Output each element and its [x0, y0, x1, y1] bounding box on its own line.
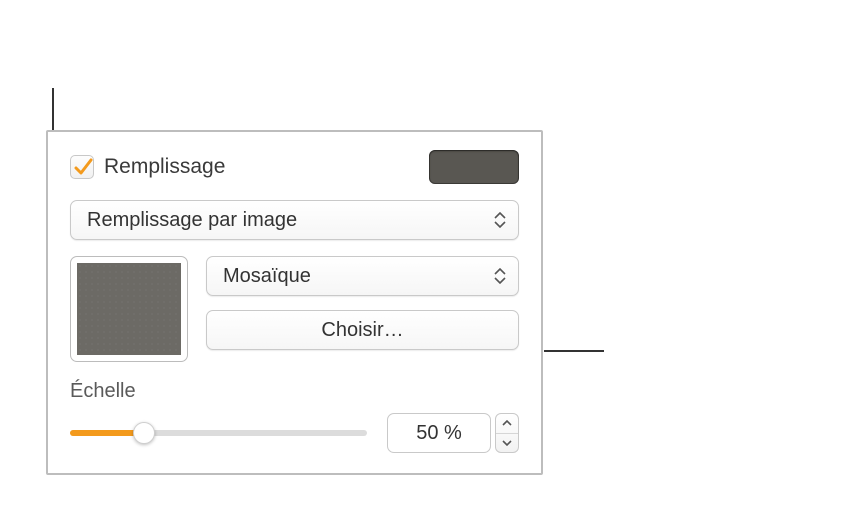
stepper-up[interactable] — [496, 414, 518, 434]
choose-button-label: Choisir… — [321, 319, 403, 342]
image-fill-row: Mosaïque Choisir… — [70, 256, 519, 362]
fill-color-swatch[interactable] — [429, 150, 519, 184]
callout-line-right — [544, 350, 604, 352]
fill-type-value: Remplissage par image — [87, 209, 297, 232]
scale-input[interactable]: 50 % — [387, 413, 491, 453]
scale-stepper: 50 % — [387, 413, 519, 453]
scale-stepper-buttons — [495, 413, 519, 453]
image-well[interactable] — [70, 256, 188, 362]
scale-slider[interactable] — [70, 421, 367, 445]
fill-type-select[interactable]: Remplissage par image — [70, 200, 519, 240]
tiling-select[interactable]: Mosaïque — [206, 256, 519, 296]
fill-checkbox-group: Remplissage — [70, 155, 225, 179]
slider-thumb[interactable] — [133, 422, 155, 444]
fill-panel: Remplissage Remplissage par image Mosaïq… — [46, 130, 543, 475]
stepper-down[interactable] — [496, 434, 518, 453]
scale-label: Échelle — [70, 380, 519, 403]
choose-button[interactable]: Choisir… — [206, 310, 519, 350]
tiling-value: Mosaïque — [223, 265, 311, 288]
chevron-up-icon — [502, 420, 512, 426]
image-preview — [77, 263, 181, 355]
chevron-down-icon — [502, 440, 512, 446]
scale-value: 50 % — [416, 422, 462, 445]
checkmark-icon — [73, 157, 93, 177]
updown-icon — [488, 212, 512, 228]
fill-checkbox[interactable] — [70, 155, 94, 179]
fill-label: Remplissage — [104, 155, 225, 179]
image-fill-controls: Mosaïque Choisir… — [206, 256, 519, 362]
fill-header-row: Remplissage — [70, 150, 519, 184]
updown-icon — [488, 268, 512, 284]
scale-row: 50 % — [70, 413, 519, 453]
